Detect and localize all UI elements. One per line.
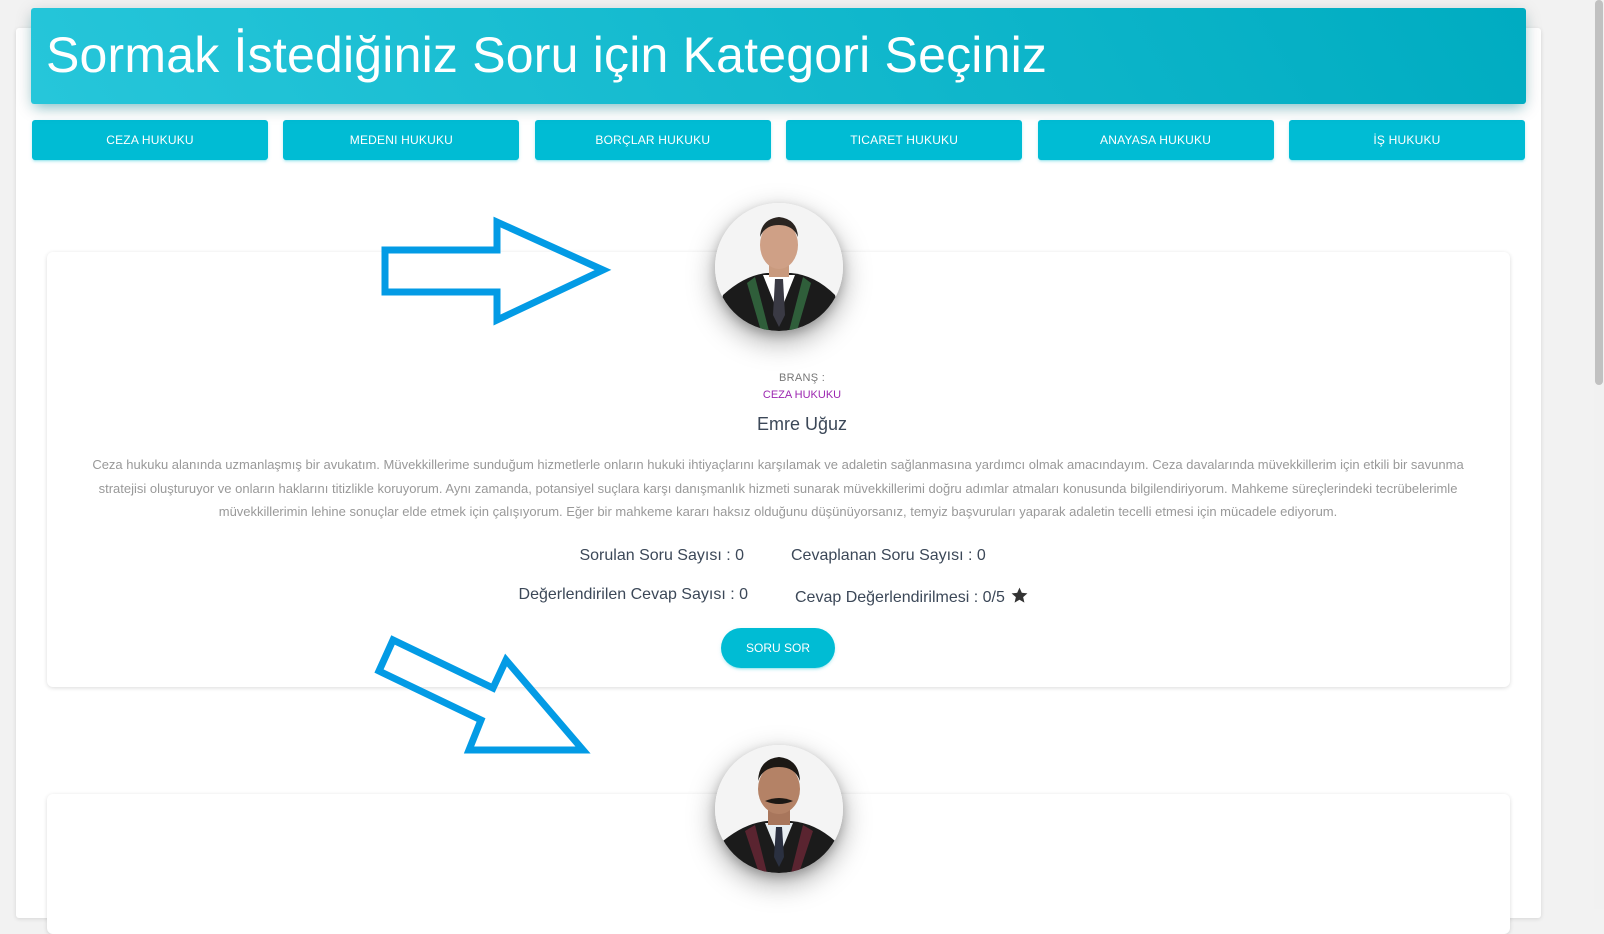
rating-value: Cevap Değerlendirilmesi : 0/5 bbox=[795, 586, 1029, 610]
category-button-anayasa[interactable]: ANAYASA HUKUKU bbox=[1037, 120, 1274, 160]
category-button-ticaret[interactable]: TICARET HUKUKU bbox=[786, 120, 1023, 160]
star-icon bbox=[1010, 586, 1029, 610]
brans-value: CEZA HUKUKU bbox=[762, 389, 842, 401]
lawyer-avatar[interactable] bbox=[715, 203, 843, 331]
category-button-borclar[interactable]: BORÇLAR HUKUKU bbox=[534, 120, 771, 160]
page-title: Sormak İstediğiniz Soru için Kategori Se… bbox=[46, 27, 1048, 83]
answered-count: Cevaplanan Soru Sayısı : 0 bbox=[791, 547, 986, 564]
lawyer-name: Emre Uğuz bbox=[756, 414, 848, 434]
category-button-medeni[interactable]: MEDENI HUKUKU bbox=[283, 120, 520, 160]
category-buttons: CEZA HUKUKU MEDENI HUKUKU BORÇLAR HUKUKU… bbox=[32, 120, 1525, 160]
arrow-icon bbox=[381, 216, 612, 326]
category-button-is[interactable]: İŞ HUKUKU bbox=[1288, 120, 1525, 160]
page-header: Sormak İstediğiniz Soru için Kategori Se… bbox=[31, 8, 1526, 104]
category-button-ceza[interactable]: CEZA HUKUKU bbox=[32, 120, 268, 160]
arrow-icon-2 bbox=[374, 635, 591, 754]
lawyer-avatar-2[interactable] bbox=[715, 745, 843, 873]
scrollbar-thumb[interactable] bbox=[1595, 0, 1603, 385]
rating-text: Cevap Değerlendirilmesi : 0/5 bbox=[795, 589, 1005, 606]
asked-count: Sorulan Soru Sayısı : 0 bbox=[579, 547, 744, 564]
rated-count: Değerlendirilen Cevap Sayısı : 0 bbox=[518, 586, 748, 603]
lawyer-bio: Ceza hukuku alanında uzmanlaşmış bir avu… bbox=[92, 457, 1464, 519]
brans-label: BRANŞ : bbox=[778, 372, 826, 384]
scrollbar[interactable] bbox=[1594, 0, 1604, 909]
ask-question-button[interactable]: SORU SOR bbox=[721, 628, 835, 668]
